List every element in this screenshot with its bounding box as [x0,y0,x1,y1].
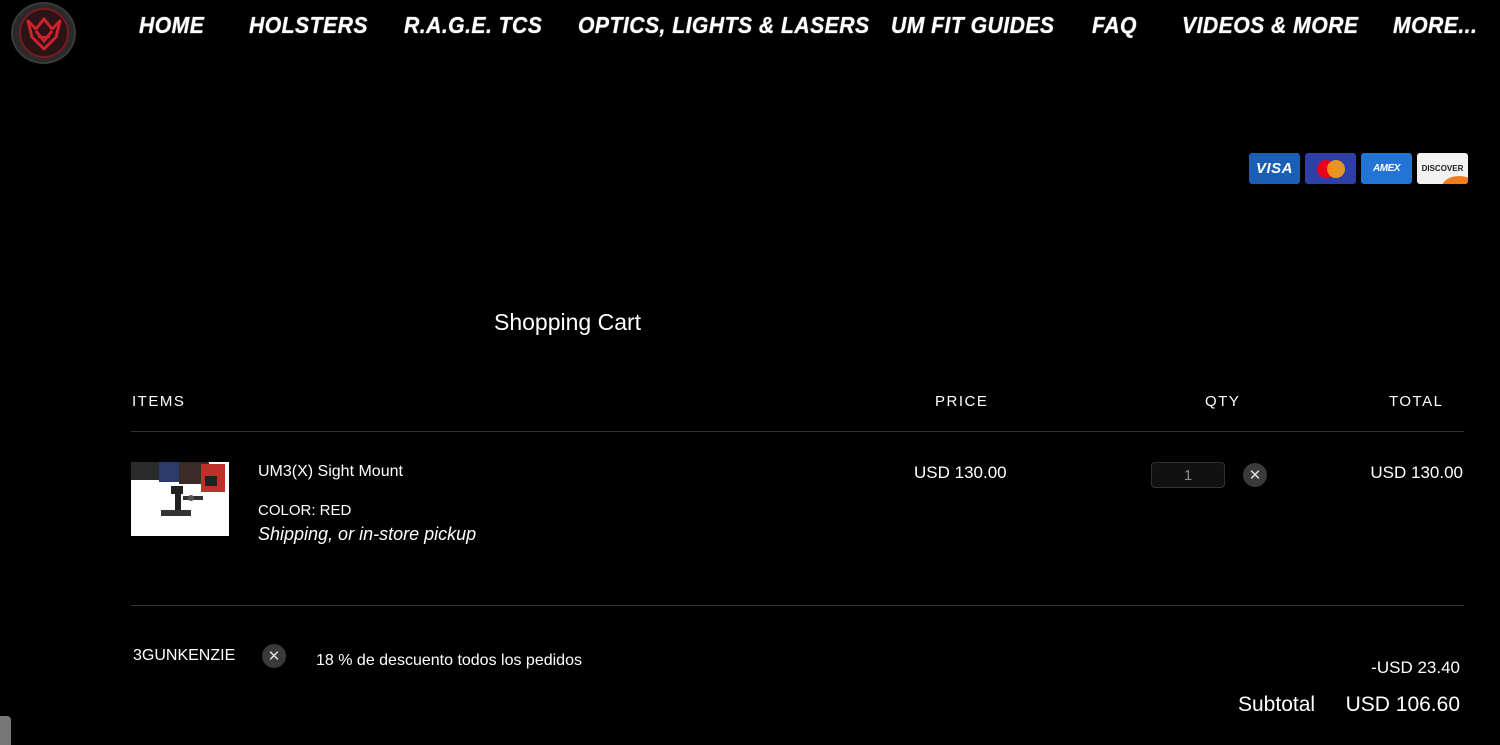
payment-cards: VISA AMEX DISCOVER [1249,153,1468,184]
header-qty: QTY [1205,393,1241,410]
item-name[interactable]: UM3(X) Sight Mount [258,463,403,481]
nav-item-videos[interactable]: VIDEOS & MORE [1182,12,1358,39]
visa-card-icon: VISA [1249,153,1300,184]
quantity-input[interactable] [1151,462,1225,488]
amex-card-icon: AMEX [1361,153,1412,184]
discover-label: DISCOVER [1421,164,1464,173]
coupon-code: 3GUNKENZIE [133,647,236,664]
product-thumbnail[interactable] [131,462,229,536]
mastercard-circles [1316,159,1345,178]
nav-item-more[interactable]: MORE... [1393,12,1477,39]
header-price: PRICE [935,393,989,410]
item-total: USD 130.00 [1370,463,1463,482]
mastercard-icon [1305,153,1356,184]
page: HOME HOLSTERS R.A.G.E. TCS OPTICS, LIGHT… [0,0,1500,745]
cart-title: Shopping Cart [494,309,642,335]
nav-item-faq[interactable]: FAQ [1092,12,1137,39]
nav-item-optics[interactable]: OPTICS, LIGHTS & LASERS [578,12,870,39]
remove-item-button[interactable]: ✕ [1243,463,1267,487]
product-image [131,462,229,536]
item-price: USD 130.00 [914,463,1007,482]
nav-item-rage-tcs[interactable]: R.A.G.E. TCS [404,12,542,39]
header-items: ITEMS [132,393,186,410]
coupon-description: 18 % de descuento todos los pedidos [316,652,582,669]
item-shipping: Shipping, or in-store pickup [258,524,477,544]
remove-coupon-button[interactable]: ✕ [262,644,286,668]
header-divider [131,431,1464,432]
item-color: COLOR: RED [258,502,352,519]
nav-item-holsters[interactable]: HOLSTERS [249,12,368,39]
close-icon: ✕ [1248,466,1262,484]
subtotal-value: USD 106.60 [1345,693,1460,716]
discover-card-icon: DISCOVER [1417,153,1468,184]
scroll-handle[interactable] [0,716,11,745]
subtotal-label: Subtotal [1238,693,1316,716]
discount-amount: -USD 23.40 [1371,658,1460,677]
amex-label: AMEX [1373,163,1400,174]
header-total: TOTAL [1389,393,1444,410]
main-nav: HOME HOLSTERS R.A.G.E. TCS OPTICS, LIGHT… [0,12,1500,44]
nav-item-fit-guides[interactable]: UM FIT GUIDES [891,12,1055,39]
nav-item-home[interactable]: HOME [139,12,204,39]
close-icon: ✕ [267,647,281,665]
visa-label: VISA [1255,160,1293,177]
item-divider [131,605,1464,606]
